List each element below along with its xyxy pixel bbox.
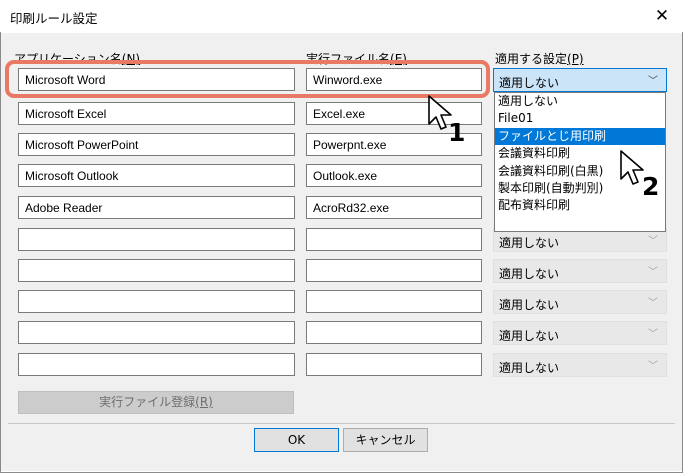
chevron-down-icon: ﹀	[648, 267, 658, 278]
app-name-field[interactable]: Microsoft Excel	[18, 102, 295, 125]
setting-select[interactable]: 適用しない ﹀	[493, 68, 667, 92]
setting-select[interactable]: 適用しない ﹀	[493, 290, 667, 314]
dropdown-option[interactable]: 適用しない	[495, 93, 665, 110]
dropdown-option-highlighted[interactable]: ファイルとじ用印刷	[495, 127, 665, 146]
exe-name-field[interactable]	[306, 259, 482, 282]
chevron-down-icon: ﹀	[648, 329, 658, 340]
exe-name-field[interactable]	[306, 321, 482, 344]
setting-select-value: 適用しない	[499, 76, 560, 90]
dropdown-option[interactable]: File01	[495, 110, 665, 127]
chevron-down-icon: ﹀	[648, 236, 658, 247]
chevron-down-icon: ﹀	[648, 298, 658, 309]
exe-name-field[interactable]: AcroRd32.exe	[306, 196, 482, 219]
chevron-down-icon: ﹀	[648, 361, 658, 372]
title-bar: 印刷ルール設定 ✕	[0, 0, 683, 32]
exe-name-field[interactable]	[306, 290, 482, 313]
app-name-field[interactable]	[18, 259, 295, 282]
exe-name-field[interactable]	[306, 353, 482, 376]
app-name-field[interactable]	[18, 353, 295, 376]
close-icon[interactable]: ✕	[649, 4, 675, 28]
cancel-button[interactable]: キャンセル	[343, 428, 428, 452]
app-name-field[interactable]	[18, 321, 295, 344]
setting-select[interactable]: 適用しない ﹀	[493, 259, 667, 283]
setting-select[interactable]: 適用しない ﹀	[493, 353, 667, 377]
header-setting: 適用する設定(P)	[495, 52, 584, 66]
row-highlight-callout	[5, 60, 490, 98]
ok-button[interactable]: OK	[254, 428, 339, 452]
exe-name-field[interactable]: Outlook.exe	[306, 164, 482, 187]
register-exe-button[interactable]: 実行ファイル登録(R)	[18, 391, 294, 414]
app-name-field[interactable]: Microsoft PowerPoint	[18, 133, 295, 156]
dialog-title: 印刷ルール設定	[10, 11, 98, 26]
app-name-field[interactable]	[18, 290, 295, 313]
chevron-down-icon: ﹀	[648, 76, 658, 87]
app-name-field[interactable]	[18, 228, 295, 251]
divider	[8, 423, 675, 424]
app-name-field[interactable]: Microsoft Outlook	[18, 164, 295, 187]
app-name-field[interactable]: Adobe Reader	[18, 196, 295, 219]
setting-select[interactable]: 適用しない ﹀	[493, 321, 667, 345]
step-number-callout: 2	[642, 172, 660, 201]
exe-name-field[interactable]	[306, 228, 482, 251]
step-number-callout: 1	[448, 118, 466, 147]
